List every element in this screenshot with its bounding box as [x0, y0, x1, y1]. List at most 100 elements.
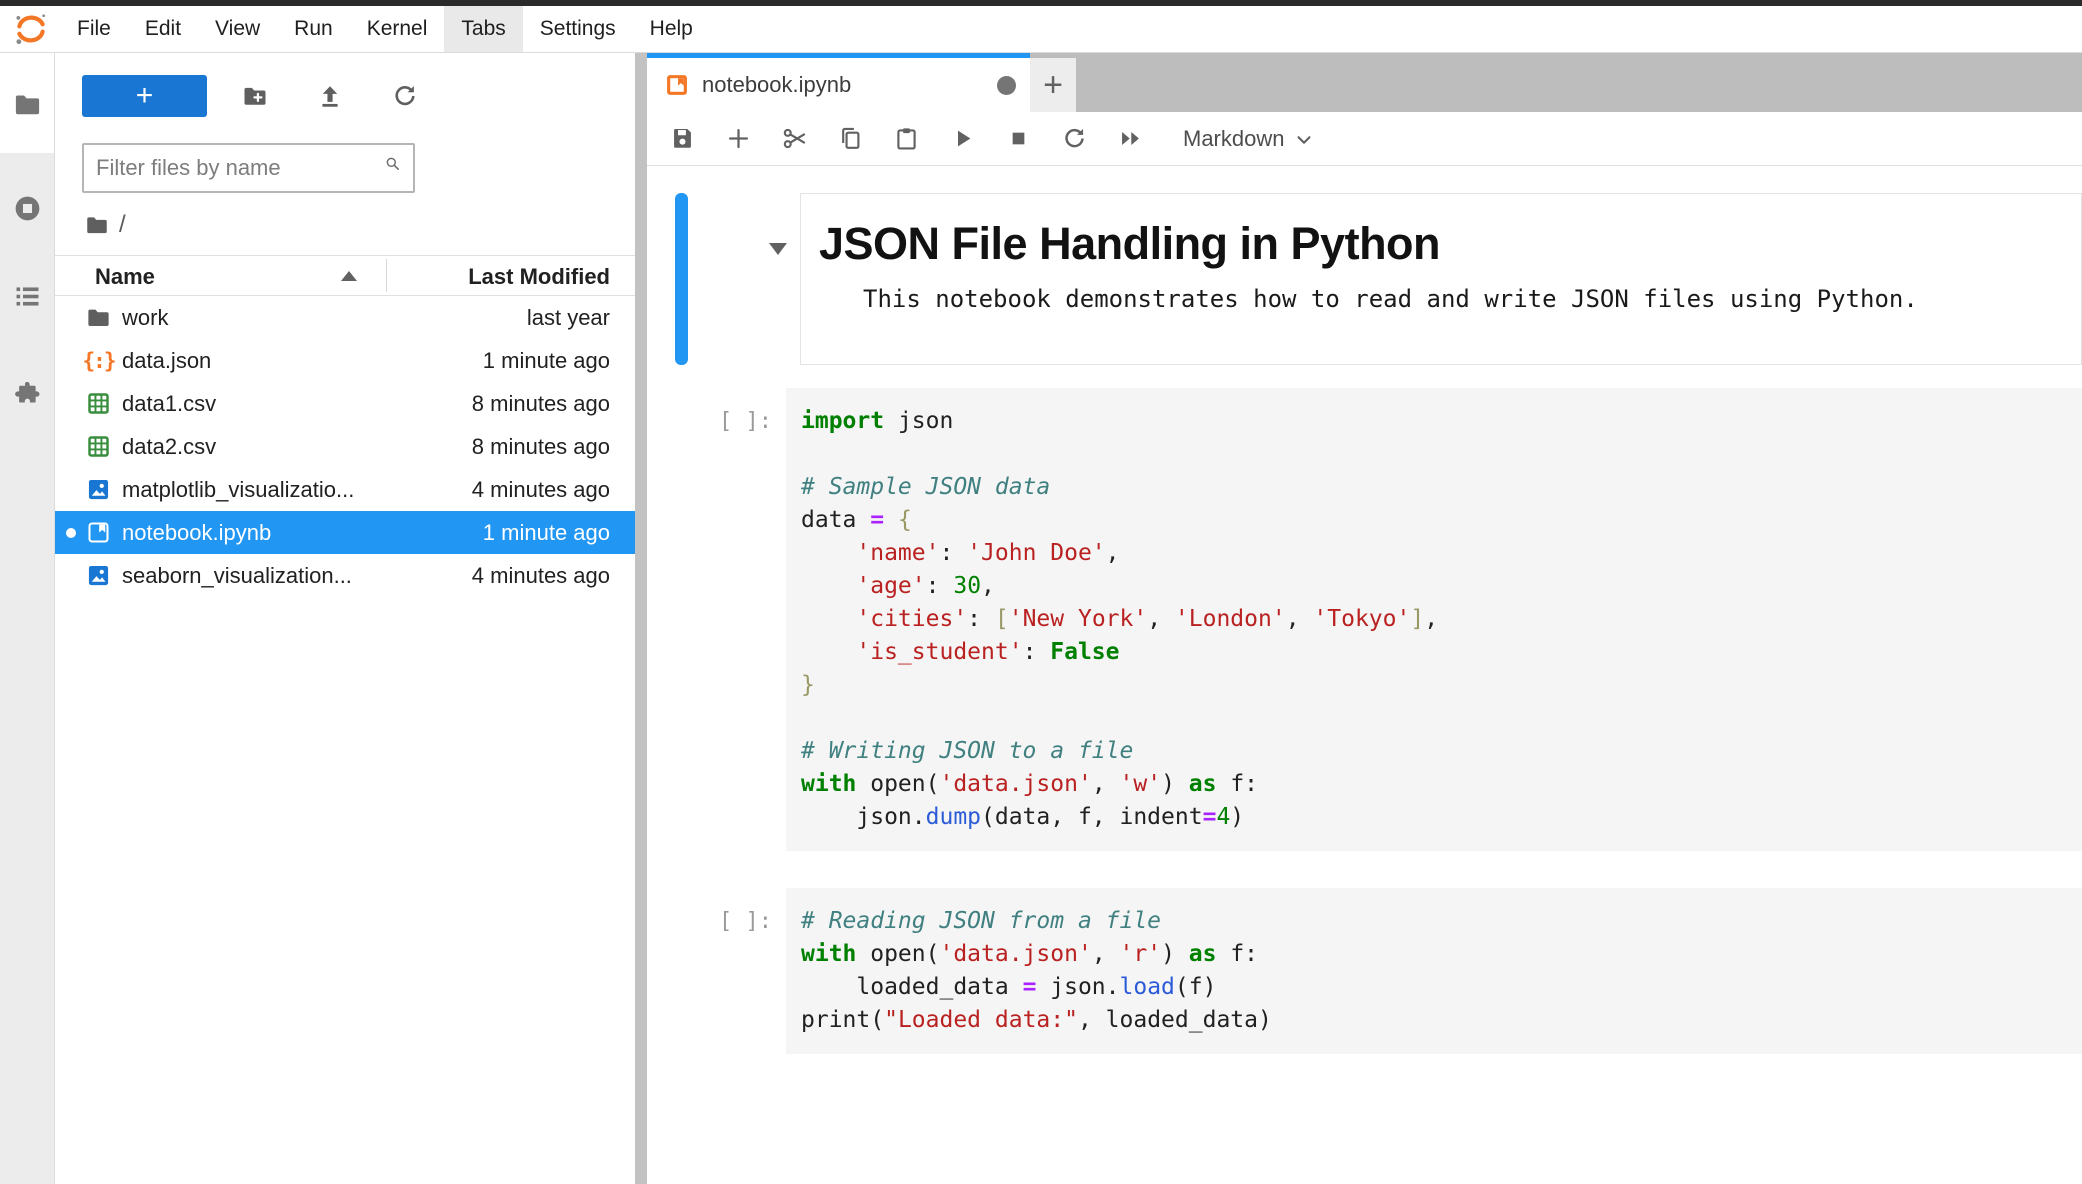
code-line: loaded_data = json.load(f) — [801, 971, 2082, 1004]
unsaved-changes-dot[interactable] — [997, 76, 1016, 95]
menu-item-kernel[interactable]: Kernel — [350, 6, 445, 52]
run-all-button[interactable] — [1117, 125, 1144, 152]
markdown-cell[interactable]: JSON File Handling in Python This notebo… — [800, 193, 2082, 365]
menu-item-run[interactable]: Run — [277, 6, 350, 52]
jupyterlab-window: FileEditViewRunKernelTabsSettingsHelp + … — [0, 0, 2082, 1184]
restart-button[interactable] — [1061, 125, 1088, 152]
file-modified: 8 minutes ago — [472, 391, 635, 417]
heading-collapse-caret-icon[interactable] — [769, 243, 787, 255]
code-cell-2: [ ]: # Reading JSON from a filewith open… — [647, 888, 2082, 1054]
code-line: print("Loaded data:", loaded_data) — [801, 1004, 2082, 1037]
new-launcher-button[interactable]: + — [82, 75, 207, 117]
column-divider — [386, 259, 387, 292]
image-file-icon — [85, 562, 112, 589]
menu-item-tabs[interactable]: Tabs — [444, 6, 522, 52]
file-modified: 8 minutes ago — [472, 434, 635, 460]
cut-icon — [781, 140, 808, 155]
code-cell-1: [ ]: import json # Sample JSON datadata … — [647, 388, 2082, 851]
run-all-icon — [1117, 140, 1144, 155]
sidebar-tab-table-of-contents[interactable] — [12, 281, 43, 312]
file-browser-toolbar: + — [82, 75, 419, 117]
filter-files-input[interactable] — [96, 155, 384, 181]
home-folder-icon[interactable] — [84, 212, 110, 238]
notebook-content: JSON File Handling in Python This notebo… — [647, 166, 2082, 1184]
activity-bar — [0, 53, 55, 1184]
restart-icon — [1061, 140, 1088, 155]
sidebar-tab-extensions[interactable] — [12, 378, 43, 409]
file-row[interactable]: {:}data.json1 minute ago — [55, 339, 635, 382]
file-row[interactable]: notebook.ipynb1 minute ago — [55, 511, 635, 554]
run-button[interactable] — [949, 125, 976, 152]
cell-type-dropdown[interactable]: Markdown — [1183, 126, 1315, 152]
code-line: with open('data.json', 'r') as f: — [801, 938, 2082, 971]
menu-item-help[interactable]: Help — [633, 6, 710, 52]
new-folder-button[interactable] — [241, 82, 269, 110]
file-row[interactable]: matplotlib_visualizatio... 4 minutes ago — [55, 468, 635, 511]
file-name: data1.csv — [122, 391, 216, 417]
file-list: worklast year{:}data.json1 minute agodat… — [55, 296, 635, 597]
breadcrumb[interactable]: / — [84, 211, 126, 239]
folder-icon — [12, 107, 43, 124]
code-line: } — [801, 669, 2082, 702]
menu-item-settings[interactable]: Settings — [523, 6, 633, 52]
file-row[interactable]: data1.csv 8 minutes ago — [55, 382, 635, 425]
file-row[interactable]: seaborn_visualization... 4 minutes ago — [55, 554, 635, 597]
add-button[interactable] — [725, 125, 752, 152]
code-line: 'age': 30, — [801, 570, 2082, 603]
sort-ascending-icon[interactable] — [341, 271, 357, 281]
menu-items: FileEditViewRunKernelTabsSettingsHelp — [60, 6, 710, 52]
save-button[interactable] — [669, 125, 696, 152]
file-name: matplotlib_visualizatio... — [122, 477, 354, 503]
code-editor[interactable]: import json # Sample JSON datadata = { '… — [786, 388, 2082, 851]
copy-button[interactable] — [837, 125, 864, 152]
unsaved-dot — [66, 528, 76, 538]
image-file-icon — [85, 476, 112, 503]
menu-item-view[interactable]: View — [198, 6, 277, 52]
sidebar-tab-file-browser[interactable] — [12, 89, 43, 120]
main-dock-panel: notebook.ipynb + Markdown JSON File Hand… — [647, 53, 2082, 1184]
code-line: # Reading JSON from a file — [801, 905, 2082, 938]
tab-notebook[interactable]: notebook.ipynb — [647, 53, 1030, 112]
active-cell-collapser[interactable] — [675, 193, 688, 365]
breadcrumb-path: / — [119, 211, 126, 239]
toc-icon — [12, 299, 43, 316]
search-icon — [384, 155, 401, 181]
file-modified: 4 minutes ago — [472, 563, 635, 589]
cell-prompt: [ ]: — [647, 388, 786, 851]
file-name: seaborn_visualization... — [122, 563, 352, 589]
code-editor[interactable]: # Reading JSON from a filewith open('dat… — [786, 888, 2082, 1054]
refresh-button[interactable] — [391, 82, 419, 110]
file-name: data.json — [122, 348, 211, 374]
new-tab-button[interactable]: + — [1030, 58, 1076, 112]
csv-file-icon — [85, 390, 112, 417]
column-header-last-modified[interactable]: Last Modified — [468, 264, 610, 290]
code-line: import json — [801, 405, 2082, 438]
menu-item-edit[interactable]: Edit — [128, 6, 198, 52]
sidebar-tab-running-kernels[interactable] — [12, 193, 43, 224]
jupyter-logo — [12, 10, 50, 48]
panel-splitter[interactable] — [635, 53, 647, 1184]
column-header-name[interactable]: Name — [95, 264, 155, 290]
file-row[interactable]: data2.csv8 minutes ago — [55, 425, 635, 468]
chevron-down-icon — [1293, 129, 1315, 151]
code-line: # Writing JSON to a file — [801, 735, 2082, 768]
notebook-toolbar: Markdown — [647, 112, 2082, 166]
file-modified: 4 minutes ago — [472, 477, 635, 503]
running-icon — [12, 211, 43, 228]
cut-button[interactable] — [781, 125, 808, 152]
file-name: notebook.ipynb — [122, 520, 271, 546]
markdown-title: JSON File Handling in Python — [819, 218, 2081, 270]
paste-button[interactable] — [893, 125, 920, 152]
refresh-icon — [391, 98, 419, 113]
csv-file-icon — [85, 433, 112, 460]
menu-item-file[interactable]: File — [60, 6, 128, 52]
stop-button[interactable] — [1005, 125, 1032, 152]
code-line: with open('data.json', 'w') as f: — [801, 768, 2082, 801]
file-row[interactable]: worklast year — [55, 296, 635, 339]
upload-icon — [316, 98, 344, 113]
notebook-file-icon — [663, 71, 691, 99]
new-folder-icon — [241, 98, 269, 113]
save-icon — [669, 140, 696, 155]
upload-button[interactable] — [316, 82, 344, 110]
tab-label: notebook.ipynb — [702, 72, 851, 98]
